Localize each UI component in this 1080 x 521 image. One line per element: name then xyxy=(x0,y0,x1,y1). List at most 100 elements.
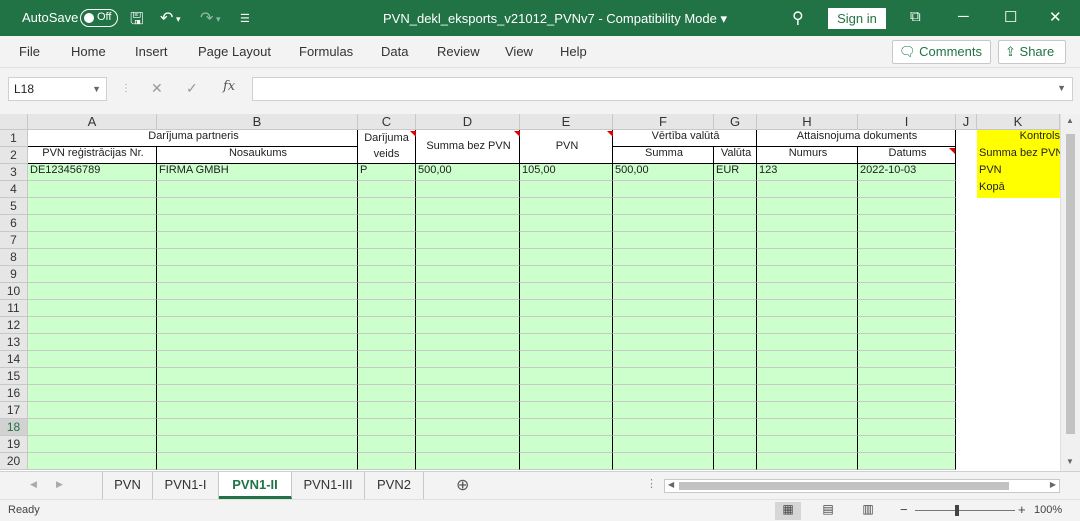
cell-h8[interactable] xyxy=(757,249,858,266)
tab-scroll-left-icon[interactable]: ◀ xyxy=(30,479,37,490)
zoom-out-icon[interactable]: − xyxy=(900,502,908,517)
cell-c18[interactable] xyxy=(358,419,416,436)
header-fx-value[interactable]: Vērtība valūtā xyxy=(613,130,757,147)
cell-b13[interactable] xyxy=(157,334,358,351)
cell-e16[interactable] xyxy=(520,385,613,402)
cell-f6[interactable] xyxy=(613,215,714,232)
cell-a9[interactable] xyxy=(28,266,157,283)
header-vat[interactable]: PVN xyxy=(520,130,613,164)
search-icon[interactable]: ⚲ xyxy=(792,8,804,28)
add-sheet-icon[interactable]: ⊕ xyxy=(456,475,469,495)
cell-e13[interactable] xyxy=(520,334,613,351)
zoom-slider-thumb[interactable] xyxy=(955,505,959,516)
menu-data[interactable]: Data xyxy=(381,44,408,59)
control-total[interactable]: Kopā xyxy=(977,181,1060,198)
cell-d7[interactable] xyxy=(416,232,520,249)
undo-icon[interactable]: ↶ xyxy=(160,8,173,28)
cell-b18[interactable] xyxy=(157,419,358,436)
normal-view-icon[interactable]: ▦ xyxy=(775,502,801,520)
zoom-slider-track[interactable] xyxy=(915,510,1015,511)
cell-e12[interactable] xyxy=(520,317,613,334)
cell-h10[interactable] xyxy=(757,283,858,300)
header-fx-sum[interactable]: Summa xyxy=(613,147,714,164)
cell-e15[interactable] xyxy=(520,368,613,385)
cell-f19[interactable] xyxy=(613,436,714,453)
formula-input[interactable]: ▼ xyxy=(252,77,1073,101)
cell-a17[interactable] xyxy=(28,402,157,419)
close-button[interactable]: ✕ xyxy=(1049,8,1062,26)
cell-b19[interactable] xyxy=(157,436,358,453)
cell-a8[interactable] xyxy=(28,249,157,266)
cell-g16[interactable] xyxy=(714,385,757,402)
control-sum-excl[interactable]: Summa bez PVN xyxy=(977,147,1060,164)
cell-i15[interactable] xyxy=(858,368,956,385)
cell-i19[interactable] xyxy=(858,436,956,453)
cell-h7[interactable] xyxy=(757,232,858,249)
row-header-10[interactable]: 10 xyxy=(0,283,28,300)
row-header-11[interactable]: 11 xyxy=(0,300,28,317)
sheet-tab-pvn1-i[interactable]: PVN1-I xyxy=(153,472,219,499)
cell-d14[interactable] xyxy=(416,351,520,368)
cell-d20[interactable] xyxy=(416,453,520,470)
cell-a18[interactable] xyxy=(28,419,157,436)
cell-j9[interactable] xyxy=(956,266,977,283)
cell-i11[interactable] xyxy=(858,300,956,317)
cell-b5[interactable] xyxy=(157,198,358,215)
cell-j10[interactable] xyxy=(956,283,977,300)
cell-c14[interactable] xyxy=(358,351,416,368)
cell-a16[interactable] xyxy=(28,385,157,402)
cell-a4[interactable] xyxy=(28,181,157,198)
share-button[interactable]: ⇪ Share xyxy=(998,40,1066,64)
row-header-12[interactable]: 12 xyxy=(0,317,28,334)
cell-c11[interactable] xyxy=(358,300,416,317)
menu-insert[interactable]: Insert xyxy=(135,44,168,59)
cell-g5[interactable] xyxy=(714,198,757,215)
column-header-j[interactable]: J xyxy=(956,114,977,130)
vertical-scroll-thumb[interactable] xyxy=(1066,134,1075,434)
sheet-tab-pvn1-ii[interactable]: PVN1-II xyxy=(219,472,292,499)
undo-dropdown-icon[interactable]: ▾ xyxy=(176,14,181,25)
cell-g10[interactable] xyxy=(714,283,757,300)
cell-e11[interactable] xyxy=(520,300,613,317)
cell-b7[interactable] xyxy=(157,232,358,249)
cell-a3[interactable]: DE123456789 xyxy=(28,164,157,181)
cell-d6[interactable] xyxy=(416,215,520,232)
cell-b4[interactable] xyxy=(157,181,358,198)
cell-c8[interactable] xyxy=(358,249,416,266)
column-header-e[interactable]: E xyxy=(520,114,613,130)
enter-icon[interactable]: ✓ xyxy=(186,80,198,97)
cell-h3[interactable]: 123 xyxy=(757,164,858,181)
cell-i10[interactable] xyxy=(858,283,956,300)
cell-g6[interactable] xyxy=(714,215,757,232)
header-sum-excl[interactable]: Summa bez PVN xyxy=(416,130,520,164)
cell-g20[interactable] xyxy=(714,453,757,470)
cell-h5[interactable] xyxy=(757,198,858,215)
cell-g14[interactable] xyxy=(714,351,757,368)
cell-f3[interactable]: 500,00 xyxy=(613,164,714,181)
cell-d15[interactable] xyxy=(416,368,520,385)
cell-f16[interactable] xyxy=(613,385,714,402)
column-header-i[interactable]: I xyxy=(858,114,956,130)
maximize-button[interactable]: ☐ xyxy=(1004,8,1017,26)
cell-f17[interactable] xyxy=(613,402,714,419)
cell-h20[interactable] xyxy=(757,453,858,470)
menu-review[interactable]: Review xyxy=(437,44,480,59)
row-header-9[interactable]: 9 xyxy=(0,266,28,283)
row-header-18[interactable]: 18 xyxy=(0,419,28,436)
header-fx-currency[interactable]: Valūta xyxy=(714,147,757,164)
cell-j19[interactable] xyxy=(956,436,977,453)
sheet-tab-pvn2[interactable]: PVN2 xyxy=(365,472,424,499)
row-header-13[interactable]: 13 xyxy=(0,334,28,351)
tab-scroll-right-icon[interactable]: ▶ xyxy=(56,479,63,490)
cell-e17[interactable] xyxy=(520,402,613,419)
cell-e20[interactable] xyxy=(520,453,613,470)
scroll-down-icon[interactable]: ▼ xyxy=(1066,457,1074,466)
cell-g7[interactable] xyxy=(714,232,757,249)
comment-indicator[interactable] xyxy=(949,148,955,154)
column-header-k[interactable]: K xyxy=(977,114,1060,130)
cell-i14[interactable] xyxy=(858,351,956,368)
row-header-6[interactable]: 6 xyxy=(0,215,28,232)
cell-c9[interactable] xyxy=(358,266,416,283)
cell-a5[interactable] xyxy=(28,198,157,215)
cell-h12[interactable] xyxy=(757,317,858,334)
